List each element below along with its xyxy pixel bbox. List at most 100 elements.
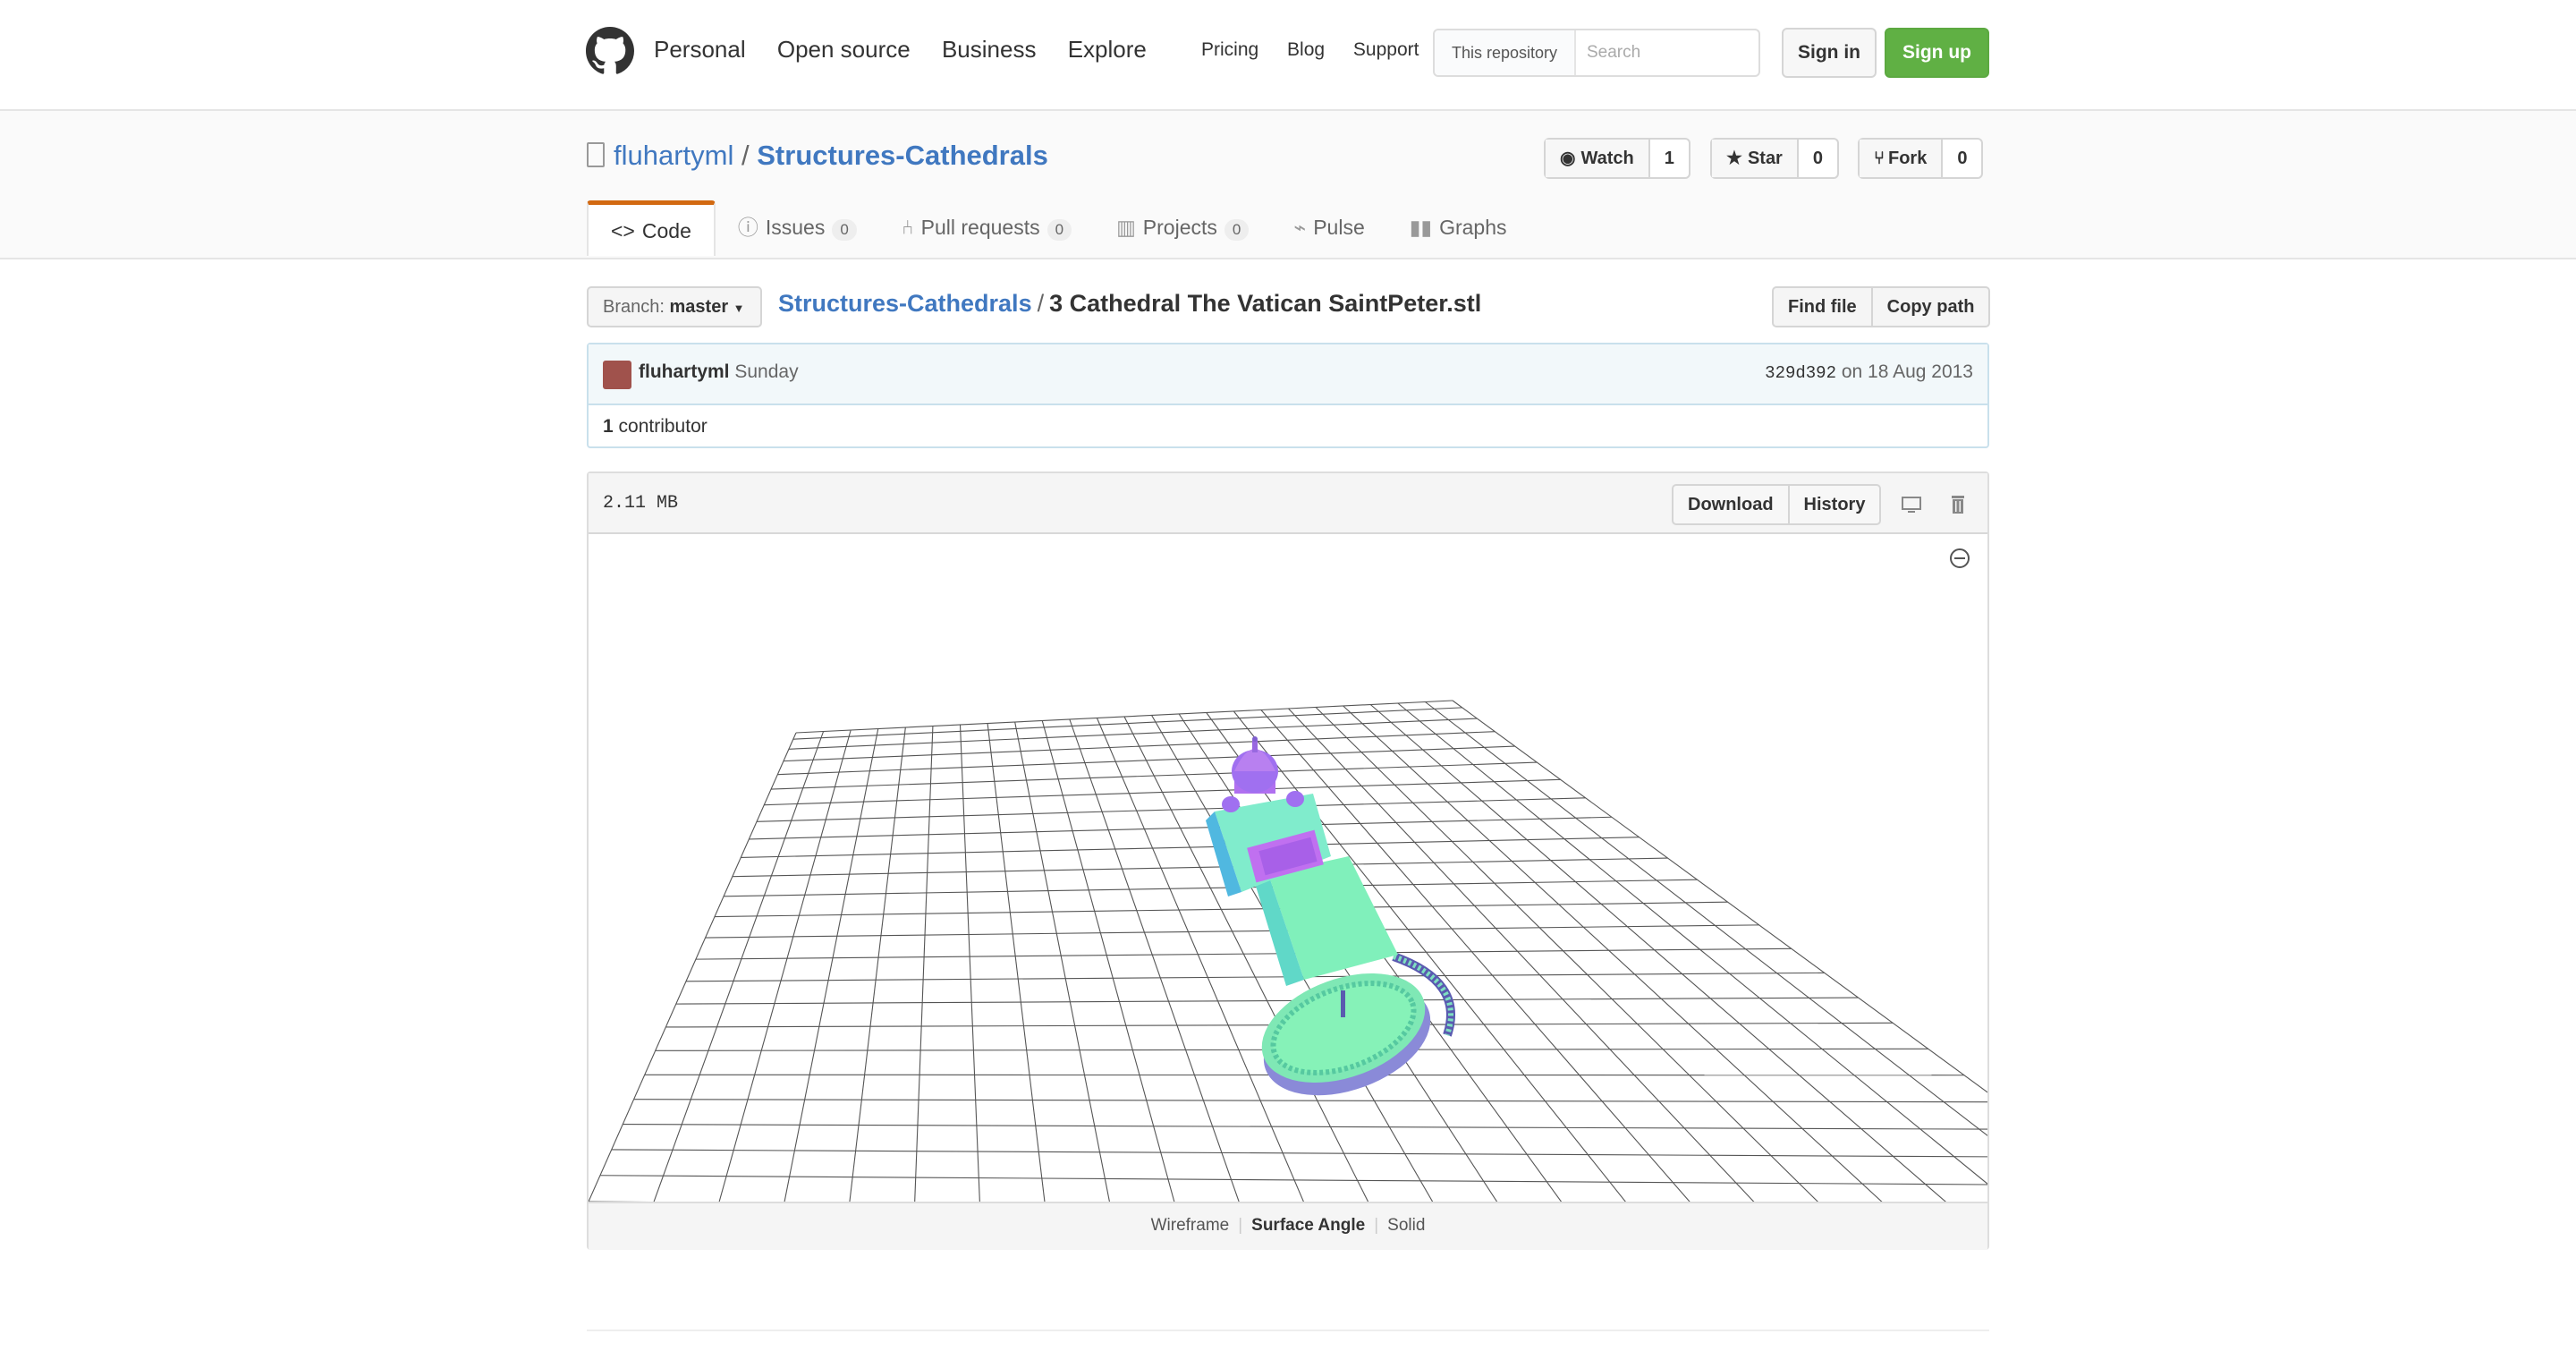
tab-graphs[interactable]: ▮▮ Graphs [1387,200,1530,256]
pulse-icon: ⌁ [1293,216,1307,239]
grid-line [732,857,1668,878]
commit-meta: 329d392 on 18 Aug 2013 [1765,361,1973,383]
nav-personal[interactable]: Personal [654,36,746,63]
copy-path-button[interactable]: Copy path [1870,288,1989,326]
grid-line [633,1099,2001,1103]
fork-count[interactable]: 0 [1943,140,1981,177]
star-counter: ★ Star 0 [1710,138,1839,179]
tab-pull-requests-count: 0 [1046,219,1072,241]
tab-pulse[interactable]: ⌁ Pulse [1271,200,1386,256]
stl-render [588,700,2155,1215]
commit-date: on 18 Aug 2013 [1841,361,1973,382]
download-button[interactable]: Download [1674,486,1788,523]
grid-line [764,778,1561,806]
grid-line [1397,702,2024,1214]
nav-support[interactable]: Support [1353,39,1419,60]
zoom-out-icon[interactable] [1948,547,1971,570]
graph-icon: ▮▮ [1409,216,1433,239]
star-icon: ★ [1726,149,1742,168]
tab-graphs-label: Graphs [1439,216,1507,239]
repo-tabs: <> Code ⓘ Issues 0 ⑃ Pull requests 0 ▥ Project… [587,200,1530,258]
search-box: This repository Search [1433,29,1760,77]
tab-projects-count: 0 [1224,219,1250,241]
nav-open-source[interactable]: Open source [777,36,911,63]
commit-summary: fluhartyml Sunday 329d392 on 18 Aug 2013 [589,344,1987,405]
branch-select[interactable]: Branch: master ▼ [587,286,762,327]
tab-pulse-label: Pulse [1313,216,1365,239]
grid-line [783,731,1496,762]
secondary-nav: Pricing Blog Support [1201,39,1442,61]
tab-issues-label: Issues [765,216,826,239]
tab-projects[interactable]: ▥ Projects 0 [1094,200,1271,256]
contributors[interactable]: 1 contributor [603,416,708,438]
history-button[interactable]: History [1787,486,1880,523]
trash-icon[interactable] [1945,491,1971,518]
file-actions: Download History [1672,484,1882,525]
fork-icon: ⑂ [1874,149,1885,168]
desktop-icon[interactable] [1898,491,1925,518]
find-file-button[interactable]: Find file [1774,288,1871,326]
grid-line [588,732,797,1202]
sign-in-button[interactable]: Sign in [1782,28,1877,78]
commit-tease: fluhartyml Sunday 329d392 on 18 Aug 2013… [587,343,1989,448]
watch-button[interactable]: ◉ Watch [1546,140,1650,177]
repo-name-link[interactable]: Structures-Cathedrals [757,140,1048,171]
file-nav-actions: Find file Copy path [1772,286,1991,327]
tab-code[interactable]: <> Code [587,200,716,256]
github-logo-icon[interactable] [586,27,634,75]
file-viewer: 2.11 MB Download History Wireframe | Sur… [587,472,2155,1250]
view-mode-wireframe[interactable]: Wireframe [1142,1216,1239,1235]
tab-projects-label: Projects [1142,216,1217,239]
breadcrumb: Structures-Cathedrals/3 Cathedral The Va… [778,290,1481,318]
site-header: Personal Open source Business Explore Pr… [0,0,2576,111]
star-button[interactable]: ★ Star [1712,140,1799,177]
commit-author-link[interactable]: fluhartyml [639,361,730,382]
fork-label: Fork [1888,149,1928,168]
tab-issues[interactable]: ⓘ Issues 0 [716,200,879,256]
grid-line [849,726,906,1204]
fork-button[interactable]: ⑂ Fork [1860,140,1944,177]
view-mode-solid[interactable]: Solid [1378,1216,1434,1235]
grid-line [695,947,1792,960]
project-icon: ▥ [1116,216,1136,239]
view-mode-surface-angle[interactable]: Surface Angle [1242,1216,1374,1235]
grid-line [705,924,1759,939]
watch-counter: ◉ Watch 1 [1544,138,1690,179]
nav-explore[interactable]: Explore [1068,36,1147,63]
nav-blog[interactable]: Blog [1287,39,1325,60]
chevron-down-icon: ▼ [733,302,745,315]
tab-pull-requests[interactable]: ⑃ Pull requests 0 [879,200,1094,256]
search-input[interactable]: Search [1587,30,1640,75]
nav-business[interactable]: Business [942,36,1037,63]
repo-title: fluhartyml / Structures-Cathedrals [587,140,1048,172]
grid-line [987,723,1046,1206]
grid-line [959,724,981,1205]
sign-up-button[interactable]: Sign up [1885,28,1989,78]
repo-owner-link[interactable]: fluhartyml [614,140,733,171]
code-icon: <> [611,219,635,242]
stl-3d-viewer[interactable] [588,534,2155,1215]
commit-time: Sunday [734,361,799,382]
contributors-label: contributor [618,416,708,437]
grid-line [599,1175,2115,1186]
breadcrumb-repo-link[interactable]: Structures-Cathedrals [778,290,1032,317]
watch-count[interactable]: 1 [1650,140,1689,177]
grid-line [623,1124,2038,1130]
grid-line [749,816,1612,840]
pull-request-icon: ⑃ [901,216,914,239]
grid-line [714,901,1728,918]
nav-pricing[interactable]: Pricing [1201,39,1258,60]
star-label: Star [1747,149,1783,168]
repo-title-separator: / [741,140,750,171]
star-count[interactable]: 0 [1799,140,1837,177]
fork-counter: ⑂ Fork 0 [1858,138,1984,179]
view-mode-bar: Wireframe | Surface Angle | Solid [589,1202,1987,1250]
tab-code-label: Code [641,219,691,242]
footer-divider [587,1330,1989,1331]
commit-sha-link[interactable]: 329d392 [1765,363,1836,383]
avatar[interactable] [603,361,631,389]
repo-header: fluhartyml / Structures-Cathedrals ◉ Watc… [0,111,2576,259]
grid-line [914,726,934,1204]
repo-book-icon [587,142,605,167]
search-scope-label: This repository [1435,30,1576,75]
